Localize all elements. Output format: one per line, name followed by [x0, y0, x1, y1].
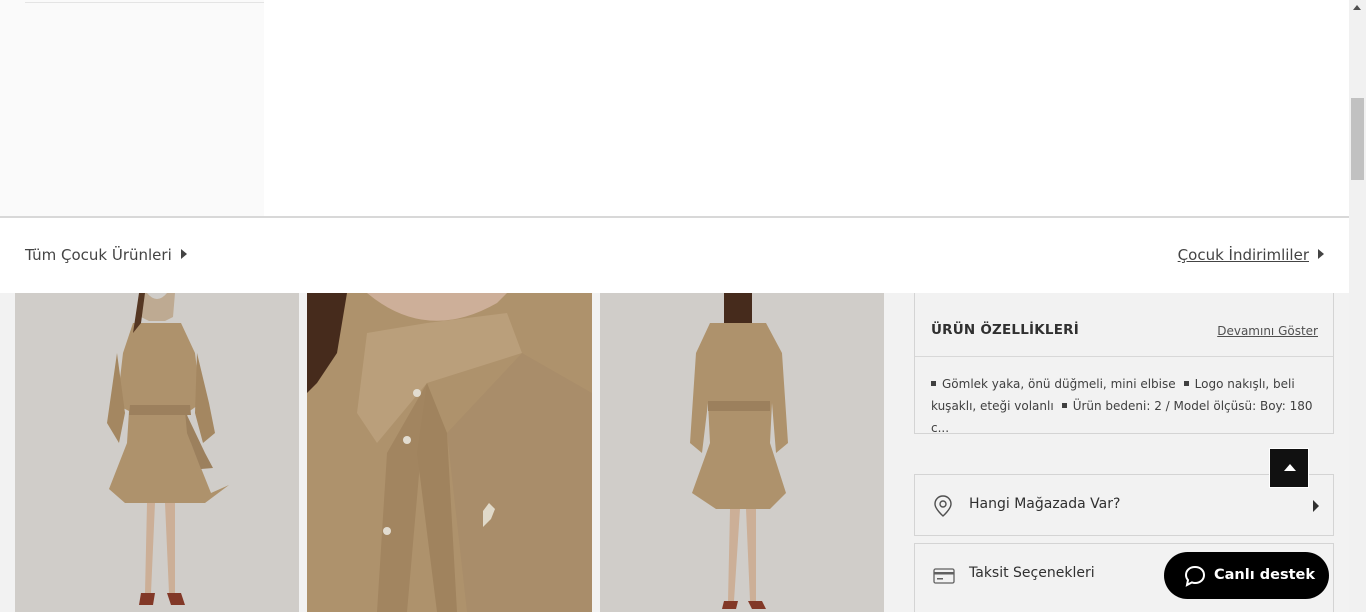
features-divider [915, 356, 1333, 357]
features-title: ÜRÜN ÖZELLİKLERİ [931, 322, 1079, 338]
product-image-3[interactable] [600, 293, 884, 612]
sidebar-divider [25, 0, 264, 3]
show-more-link[interactable]: Devamını Göster [1217, 324, 1318, 338]
live-support-label: Canlı destek [1214, 567, 1315, 583]
collar-detail-illustration [307, 293, 592, 612]
back-to-top-button[interactable] [1269, 448, 1309, 488]
caret-right-icon [1318, 249, 1324, 259]
product-features-box: ÜRÜN ÖZELLİKLERİ Devamını Göster Gömlek … [914, 293, 1334, 435]
feature-item: kuşaklı, eteği volanlı [931, 399, 1054, 413]
dress-back-illustration [600, 293, 884, 612]
credit-card-icon [933, 564, 955, 588]
bullet-icon [931, 381, 936, 386]
dress-front-illustration [15, 293, 299, 612]
feature-item: Logo nakışlı, beli [1194, 377, 1295, 391]
bullet-icon [1183, 381, 1189, 386]
kids-sale-link[interactable]: Çocuk İndirimliler [1178, 246, 1324, 264]
product-image-2[interactable] [307, 293, 592, 612]
caret-right-icon [1313, 500, 1319, 512]
location-pin-icon [933, 495, 953, 521]
all-kids-products-link[interactable]: Tüm Çocuk Ürünleri [25, 246, 187, 264]
kids-sale-label: Çocuk İndirimliler [1177, 246, 1309, 264]
live-support-button[interactable]: Canlı destek [1164, 552, 1329, 599]
arrow-up-icon [1284, 464, 1296, 471]
scrollbar-thumb[interactable] [1351, 98, 1364, 180]
features-list: Gömlek yaka, önü düğmeli, mini elbise Log… [931, 373, 1321, 439]
feature-item: Gömlek yaka, önü düğmeli, mini elbise [942, 377, 1176, 391]
caret-right-icon [180, 249, 187, 259]
product-image-1[interactable] [15, 293, 299, 612]
chat-bubble-icon [1184, 565, 1206, 591]
mega-menu-footer [0, 218, 1349, 293]
mega-menu-sidebar [0, 0, 264, 217]
bullet-icon [1061, 403, 1067, 408]
scroll-up-arrow-icon[interactable] [1353, 5, 1361, 10]
page-scrollbar[interactable] [1349, 0, 1366, 612]
all-kids-products-label: Tüm Çocuk Ürünleri [25, 246, 172, 264]
mega-menu-panel [0, 0, 1349, 217]
store-availability-label: Hangi Mağazada Var? [969, 496, 1121, 512]
installment-options-label: Taksit Seçenekleri [969, 565, 1095, 581]
